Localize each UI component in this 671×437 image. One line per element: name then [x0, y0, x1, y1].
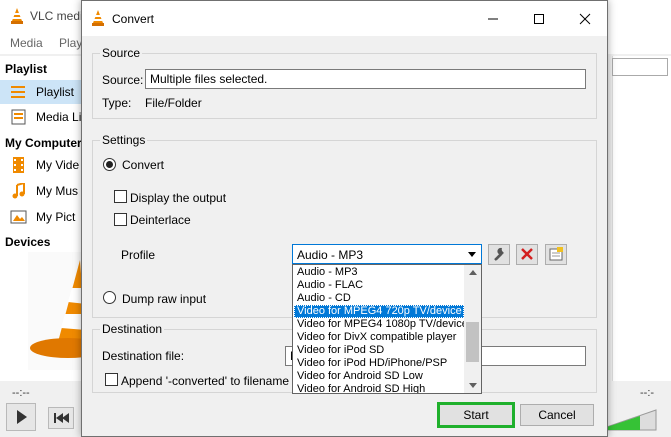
sidebar-item-label: Media Li [36, 110, 82, 124]
previous-icon [54, 413, 69, 423]
picture-icon [10, 210, 27, 224]
vlc-cone-large-icon [30, 260, 106, 358]
playlist-icon [11, 86, 25, 98]
vlc-playlist-panel [612, 56, 671, 381]
profile-option[interactable]: Audio - MP3 [294, 266, 464, 279]
sidebar-item-label: My Pict [36, 210, 76, 224]
source-label: Source: [102, 73, 144, 87]
dump-raw-radio[interactable] [103, 291, 116, 304]
minimize-icon [488, 18, 498, 20]
sidebar-item-my-videos[interactable]: My Vide [0, 153, 82, 177]
dump-raw-label: Dump raw input [122, 292, 207, 306]
destination-group-title: Destination [100, 322, 165, 336]
profile-option[interactable]: Audio - CD [294, 292, 464, 305]
play-icon [17, 410, 27, 424]
chevron-down-icon [468, 252, 476, 257]
destination-file-label: Destination file: [102, 349, 185, 363]
sidebar-item-my-pictures[interactable]: My Pict [0, 205, 82, 229]
maximize-button[interactable] [516, 1, 562, 36]
close-button[interactable] [562, 1, 608, 36]
vlc-cone-icon [92, 10, 104, 26]
append-converted-checkbox[interactable] [105, 373, 118, 386]
source-field[interactable]: Multiple files selected. [145, 69, 586, 89]
total-time: --:- [640, 387, 655, 399]
convert-radio[interactable] [103, 158, 116, 171]
new-profile-icon [549, 247, 563, 261]
music-note-icon [12, 183, 25, 199]
profile-label: Profile [121, 248, 156, 262]
vlc-window-title: VLC medi [30, 9, 83, 23]
type-value: File/Folder [145, 96, 202, 110]
minimize-button[interactable] [470, 1, 516, 36]
vlc-album-art [28, 252, 106, 370]
delete-icon [521, 248, 533, 260]
new-profile-button[interactable] [545, 244, 567, 265]
sidebar-item-media-library[interactable]: Media Li [0, 105, 82, 129]
display-output-checkbox[interactable] [114, 190, 127, 203]
append-converted-label: Append '-converted' to filename [121, 374, 290, 388]
sidebar-item-label: My Vide [36, 158, 80, 172]
delete-profile-button[interactable] [516, 244, 538, 265]
play-button[interactable] [6, 403, 36, 431]
source-group-title: Source [100, 46, 143, 60]
edit-profile-button[interactable] [488, 244, 510, 265]
profile-option[interactable]: Video for Android SD Low [294, 370, 464, 383]
vlc-cone-icon [11, 8, 23, 24]
media-library-icon [11, 109, 26, 125]
profile-option[interactable]: Video for Android SD High [294, 383, 464, 393]
elapsed-time: --:-- [12, 387, 30, 399]
wrench-icon [494, 247, 504, 261]
sidebar-item-my-music[interactable]: My Mus [0, 179, 82, 203]
profile-option[interactable]: Video for iPod HD/iPhone/PSP [294, 357, 464, 370]
menu-media[interactable]: Media [10, 36, 43, 50]
maximize-icon [534, 14, 544, 24]
profile-option[interactable]: Video for DivX compatible player [294, 331, 464, 344]
type-label: Type: [102, 96, 132, 110]
close-icon [579, 13, 591, 25]
convert-radio-label: Convert [122, 158, 165, 172]
start-button[interactable]: Start [439, 404, 513, 426]
scroll-down-icon[interactable] [464, 378, 481, 393]
profile-option[interactable]: Video for MPEG4 1080p TV/device [294, 318, 468, 331]
convert-dialog: Convert Source Source: Multiple files se… [81, 0, 608, 437]
profile-option[interactable]: Video for MPEG4 720p TV/device [294, 305, 464, 318]
profile-dropdown-list: Audio - MP3 Audio - FLAC Audio - CD Video f… [292, 264, 482, 394]
deinterlace-checkbox[interactable] [114, 213, 127, 226]
profile-selected-value: Audio - MP3 [297, 248, 364, 262]
profile-combobox[interactable]: Audio - MP3 [292, 244, 482, 264]
cancel-button[interactable]: Cancel [520, 404, 594, 426]
sidebar-item-label: My Mus [36, 184, 78, 198]
film-icon [13, 157, 24, 173]
sidebar-header-playlist: Playlist [5, 62, 48, 76]
sidebar-item-playlist[interactable]: Playlist [0, 80, 82, 104]
dropdown-scrollbar[interactable] [464, 265, 481, 393]
display-output-label: Display the output [130, 191, 227, 205]
settings-group-title: Settings [100, 133, 148, 147]
profile-option[interactable]: Video for iPod SD [294, 344, 464, 357]
playlist-search-input[interactable] [612, 58, 668, 76]
menu-playback[interactable]: Play [59, 36, 82, 50]
scroll-up-icon[interactable] [464, 265, 481, 280]
previous-button[interactable] [48, 407, 74, 429]
profile-option[interactable]: Audio - FLAC [294, 279, 464, 292]
dialog-titlebar: Convert [82, 1, 607, 36]
sidebar-header-my-computer: My Computer [5, 136, 82, 150]
scrollbar-thumb[interactable] [466, 322, 479, 362]
deinterlace-label: Deinterlace [130, 213, 191, 227]
sidebar-item-label: Playlist [36, 85, 75, 99]
dialog-title: Convert [112, 12, 155, 26]
sidebar-header-devices: Devices [5, 235, 51, 249]
